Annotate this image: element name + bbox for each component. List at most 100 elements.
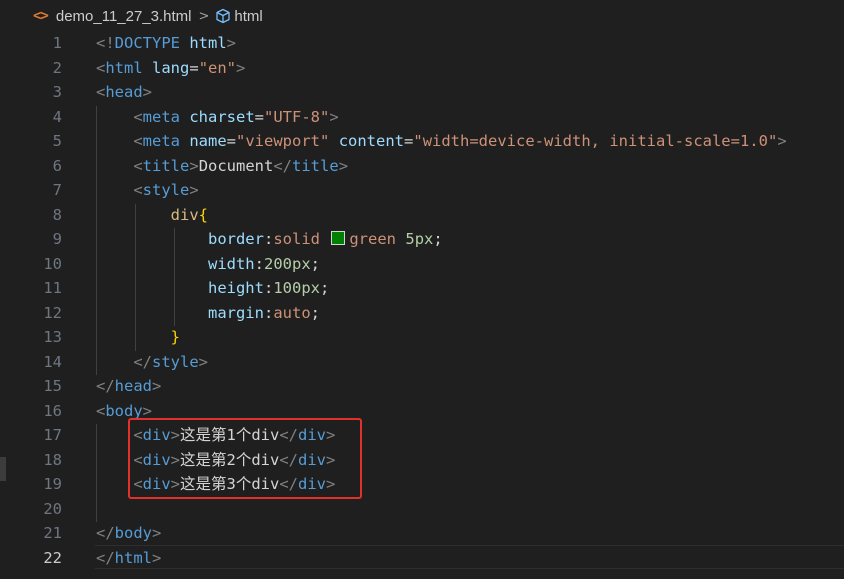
code-line: 4 <meta charset="UTF-8">	[0, 105, 844, 130]
code-line: 3 <head>	[0, 80, 844, 105]
token: =	[189, 58, 199, 77]
token: >	[189, 181, 199, 199]
line-number: 10	[43, 254, 62, 273]
annotation-highlight-box	[128, 418, 362, 499]
line-number: 6	[52, 156, 62, 175]
line-number: 16	[43, 401, 62, 420]
code-text: border:solid green 5px;	[96, 227, 443, 252]
breadcrumb-file-name[interactable]: demo_11_27_3.html	[56, 8, 192, 25]
token: green	[349, 230, 397, 248]
token: {	[198, 205, 208, 224]
token: "width=device-width, initial-scale=1.0"	[413, 132, 778, 150]
token: div	[170, 205, 199, 224]
cube-icon	[216, 8, 231, 24]
token: 100px	[273, 279, 320, 297]
line-number: 12	[43, 303, 62, 322]
code-line: 11 height:100px;	[0, 276, 844, 301]
line-number: 7	[52, 181, 62, 199]
token: html	[105, 58, 143, 77]
code-line: 15 </head>	[0, 374, 844, 399]
code-text: <meta name="viewport" content="width=dev…	[96, 129, 786, 154]
code-text: <style>	[96, 178, 199, 203]
token: ;	[310, 303, 320, 322]
token: <	[133, 181, 143, 199]
code-line: 5 <meta name="viewport" content="width=d…	[0, 129, 844, 154]
token: border	[207, 230, 264, 248]
token: head	[114, 377, 152, 395]
token: 5px	[405, 230, 434, 248]
token: DOCTYPE	[114, 34, 180, 52]
token: </	[96, 524, 115, 542]
line-number: 20	[43, 499, 62, 518]
token: >	[338, 156, 349, 175]
token: <	[133, 132, 143, 150]
token: head	[105, 83, 143, 101]
breadcrumb-symbol-name[interactable]: html	[234, 8, 262, 25]
code-line: 2 <html lang="en">	[0, 56, 844, 81]
token: height	[207, 279, 264, 297]
token: >	[329, 107, 339, 126]
token: content	[338, 132, 405, 150]
token: <	[133, 156, 143, 175]
code-line: 20	[0, 497, 844, 522]
code-line: 21 </body>	[0, 521, 844, 546]
line-number: 13	[43, 328, 62, 346]
code-line: 1 <!DOCTYPE html>	[0, 31, 844, 56]
token: >	[152, 548, 162, 567]
line-number: 4	[52, 107, 62, 126]
token: solid	[273, 230, 320, 248]
code-editor[interactable]: 1 <!DOCTYPE html> 2 <html lang="en"> 3 <…	[0, 32, 844, 579]
line-number: 1	[52, 34, 62, 52]
code-text: }	[96, 325, 180, 350]
code-line: 13 }	[0, 325, 844, 350]
code-text: <!DOCTYPE html>	[96, 31, 236, 56]
line-number: 3	[52, 83, 62, 101]
code-line-active: 22 </html>	[0, 546, 844, 571]
token: body	[114, 524, 152, 542]
code-text: <head>	[96, 80, 152, 105]
token: ;	[320, 279, 330, 297]
token: "UTF-8"	[264, 107, 330, 126]
token: }	[170, 328, 180, 346]
token: name	[189, 132, 227, 150]
code-line: 17 <div>这是第1个div</div>	[0, 423, 844, 448]
token: auto	[273, 303, 311, 322]
line-number: 21	[43, 524, 62, 542]
code-line: 18 <div>这是第2个div</div>	[0, 448, 844, 473]
code-text: margin:auto;	[96, 301, 320, 326]
token: title	[142, 156, 190, 175]
token: width	[207, 254, 255, 273]
token: <	[96, 401, 106, 420]
token: html	[189, 34, 227, 52]
token: >	[189, 156, 199, 175]
token: meta	[142, 107, 180, 126]
code-line: 10 width:200px;	[0, 252, 844, 277]
code-text: </body>	[96, 521, 161, 546]
code-text: </html>	[96, 546, 161, 571]
token: </	[273, 156, 293, 175]
token: style	[142, 181, 190, 199]
code-text: width:200px;	[96, 252, 320, 277]
line-number: 14	[43, 352, 62, 371]
token: >	[152, 377, 162, 395]
token: =	[226, 132, 237, 150]
chevron-right-icon: >	[198, 8, 210, 24]
code-line: 12 margin:auto;	[0, 301, 844, 326]
color-swatch[interactable]	[331, 231, 346, 245]
token: lang	[152, 58, 190, 77]
token: =	[254, 107, 265, 126]
line-number: 18	[43, 450, 62, 469]
token: :	[263, 230, 274, 248]
code-text: <title>Document</title>	[96, 154, 348, 179]
code-line: 9 border:solid green 5px;	[0, 227, 844, 252]
token: <	[133, 107, 143, 126]
token: 200px	[264, 254, 311, 273]
code-line: 8 div{	[0, 203, 844, 228]
code-text: </head>	[96, 374, 161, 399]
line-number: 11	[43, 279, 62, 297]
html-file-icon: <>	[33, 8, 49, 24]
code-line: 16 <body>	[0, 399, 844, 424]
token: title	[292, 156, 339, 175]
token: margin	[207, 303, 264, 322]
line-number: 15	[43, 377, 62, 395]
